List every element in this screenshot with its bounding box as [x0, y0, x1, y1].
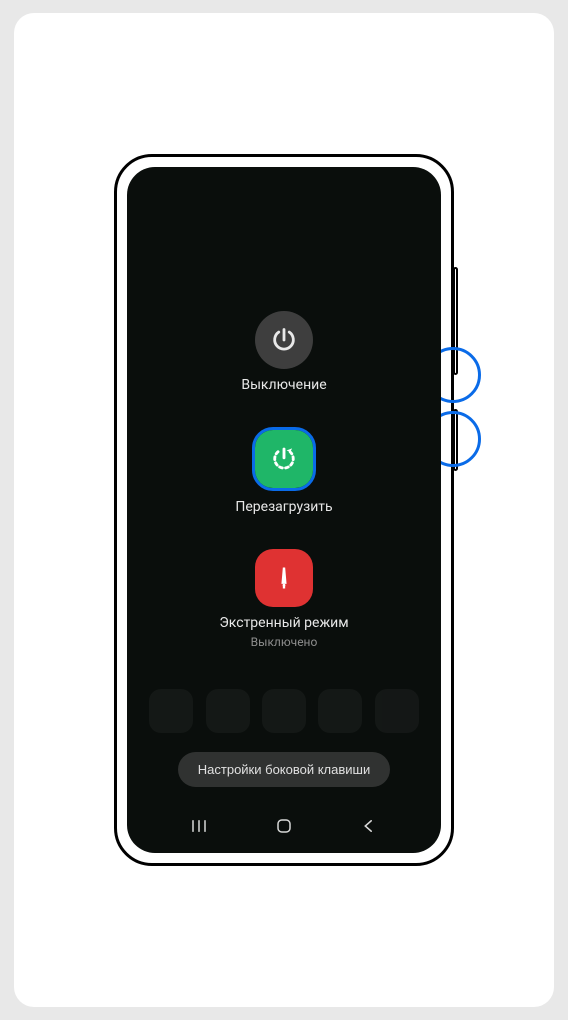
emergency-label: Экстренный режим: [219, 615, 348, 631]
card-container: Выключение Перезагрузить: [14, 13, 554, 1007]
restart-option[interactable]: Перезагрузить: [235, 427, 332, 515]
power-off-icon: [255, 311, 313, 369]
phone-screen: Выключение Перезагрузить: [127, 167, 441, 853]
side-key-settings-button[interactable]: Настройки боковой клавиши: [178, 752, 390, 787]
restart-icon: [255, 430, 313, 488]
power-menu: Выключение Перезагрузить: [127, 167, 441, 752]
background-app-row: [127, 689, 441, 749]
emergency-icon: [255, 549, 313, 607]
emergency-sublabel: Выключено: [251, 635, 318, 649]
emergency-option[interactable]: Экстренный режим Выключено: [219, 549, 348, 649]
power-off-label: Выключение: [241, 377, 326, 393]
home-button[interactable]: [264, 817, 304, 835]
phone-frame: Выключение Перезагрузить: [114, 154, 454, 866]
power-off-option[interactable]: Выключение: [241, 311, 326, 393]
navigation-bar: [127, 807, 441, 853]
restart-highlight: [252, 427, 316, 491]
recents-button[interactable]: [179, 817, 219, 835]
restart-label: Перезагрузить: [235, 499, 332, 515]
back-button[interactable]: [349, 817, 389, 835]
